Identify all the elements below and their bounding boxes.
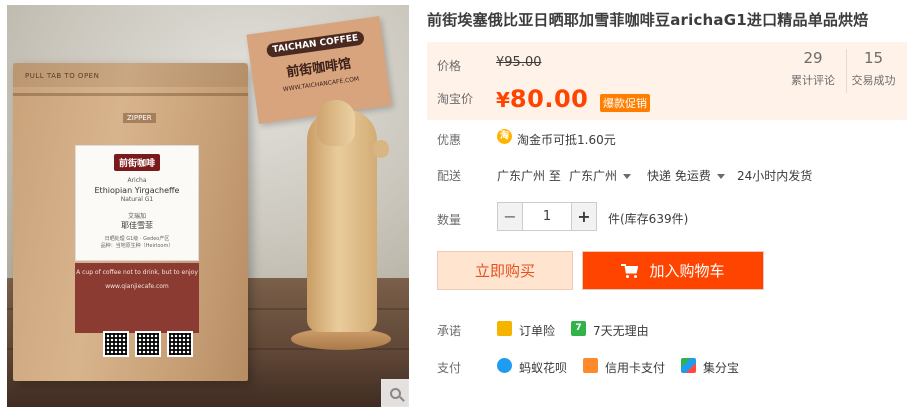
bag-zip-text: PULL TAB TO OPEN <box>25 72 100 80</box>
bag-band-text: A cup of coffee not to drink, but to enj… <box>76 269 198 276</box>
stock-info: 件(库存639件) <box>608 212 689 226</box>
reviews-label: 累计评论 <box>791 74 835 87</box>
promise-label: 承诺 <box>437 324 462 338</box>
deals-stat: 15 交易成功 <box>846 49 900 93</box>
taobao-coin-icon: 淘 <box>497 129 512 144</box>
jifenbao-icon <box>681 358 696 373</box>
coffee-bag: PULL TAB TO OPEN ZIPPER 前街咖啡 Aricha Ethi… <box>13 63 248 381</box>
cart-icon <box>621 263 639 278</box>
bag-label-line: Aricha <box>127 177 147 184</box>
bag-zipper-text: ZIPPER <box>123 113 156 123</box>
quantity-increase-button[interactable]: + <box>571 202 597 231</box>
buy-now-label: 立即购买 <box>474 262 535 280</box>
buy-now-button[interactable]: 立即购买 <box>437 251 573 290</box>
qr-code-icon <box>103 331 129 357</box>
original-price: ¥95.00 <box>496 55 542 70</box>
bag-zip-line <box>13 93 248 96</box>
bag-label-line: 品种：当地原生种（Heirloom） <box>100 243 174 249</box>
currency-symbol: ¥ <box>496 88 510 112</box>
qr-code-icon <box>135 331 161 357</box>
bag-label-brand: 前街咖啡 <box>113 154 160 171</box>
magnifier-icon <box>389 387 401 399</box>
delivery-destination: 广东广州 <box>569 169 618 183</box>
chevron-down-icon <box>716 174 725 179</box>
bear-paw <box>373 140 389 158</box>
discount-text: 淘金币可抵1.60元 <box>517 133 616 147</box>
huabei-link[interactable]: 蚂蚁花呗 <box>519 359 567 376</box>
add-to-cart-button[interactable]: 加入购物车 <box>582 251 764 290</box>
quantity-input[interactable]: 1 <box>523 202 571 231</box>
deals-count: 15 <box>863 49 884 67</box>
credit-card-icon <box>583 358 598 373</box>
chevron-down-icon <box>623 174 632 179</box>
quantity-stepper: − 1 + <box>497 202 597 231</box>
quantity-label: 数量 <box>437 213 462 227</box>
bag-maroon-band: A cup of coffee not to drink, but to enj… <box>75 263 199 333</box>
bag-label-line: Natural G1 <box>120 196 154 203</box>
bag-label-line: Ethiopian Yirgacheffe <box>94 186 180 195</box>
order-insurance-link[interactable]: 订单险 <box>519 322 555 339</box>
deals-label: 交易成功 <box>851 74 896 87</box>
zoom-button[interactable] <box>381 379 409 407</box>
bag-label-line: 艾瑞加 <box>127 213 146 220</box>
seven-day-return-link[interactable]: 7天无理由 <box>593 322 649 339</box>
price-panel: 价格 ¥95.00 淘宝价 ¥80.00 爆款促销 29 累计评论 15 交易成… <box>427 42 907 120</box>
delivery-from: 广东广州 至 <box>497 169 561 183</box>
qr-code-icon <box>167 331 193 357</box>
bag-label: 前街咖啡 Aricha Ethiopian Yirgacheffe Natura… <box>75 145 199 261</box>
jifenbao-link[interactable]: 集分宝 <box>703 359 739 376</box>
delivery-method-select[interactable]: 快递 免运费 <box>647 167 725 184</box>
wooden-bear-figurine <box>291 100 391 350</box>
product-main-image[interactable]: PULL TAB TO OPEN ZIPPER 前街咖啡 Aricha Ethi… <box>7 5 409 407</box>
taobao-price-label: 淘宝价 <box>437 92 474 106</box>
price-label: 价格 <box>437 59 462 73</box>
current-price-value: 80.00 <box>509 85 589 113</box>
payment-label: 支付 <box>437 361 462 375</box>
delivery-eta: 24小时内发货 <box>737 169 813 183</box>
promo-badge[interactable]: 爆款促销 <box>600 94 650 112</box>
delivery-label: 配送 <box>437 169 462 183</box>
discount-label: 优惠 <box>437 133 462 147</box>
credit-card-link[interactable]: 信用卡支付 <box>605 359 665 376</box>
order-insurance-icon <box>497 321 512 336</box>
delivery-method: 快递 免运费 <box>647 169 711 183</box>
bag-label-line: 日晒处理 G1级 · Gedeo产区 <box>104 236 170 242</box>
huabei-icon <box>497 358 512 373</box>
quantity-decrease-button[interactable]: − <box>497 202 523 231</box>
reviews-stat[interactable]: 29 累计评论 <box>781 49 845 88</box>
bag-label-line: 耶佳雪菲 <box>121 221 153 230</box>
seven-day-return-icon: 7 <box>571 321 586 336</box>
add-to-cart-label: 加入购物车 <box>649 262 725 280</box>
bag-band-url: www.qianjiecafe.com <box>105 283 169 290</box>
current-price: ¥80.00 <box>496 85 588 113</box>
bear-head <box>317 100 355 146</box>
delivery-destination-select[interactable]: 广东广州 <box>569 167 632 184</box>
reviews-count: 29 <box>803 49 823 67</box>
product-title: 前街埃塞俄比亚日晒耶加雪菲咖啡豆arichaG1进口精品单品烘焙 <box>427 11 869 29</box>
